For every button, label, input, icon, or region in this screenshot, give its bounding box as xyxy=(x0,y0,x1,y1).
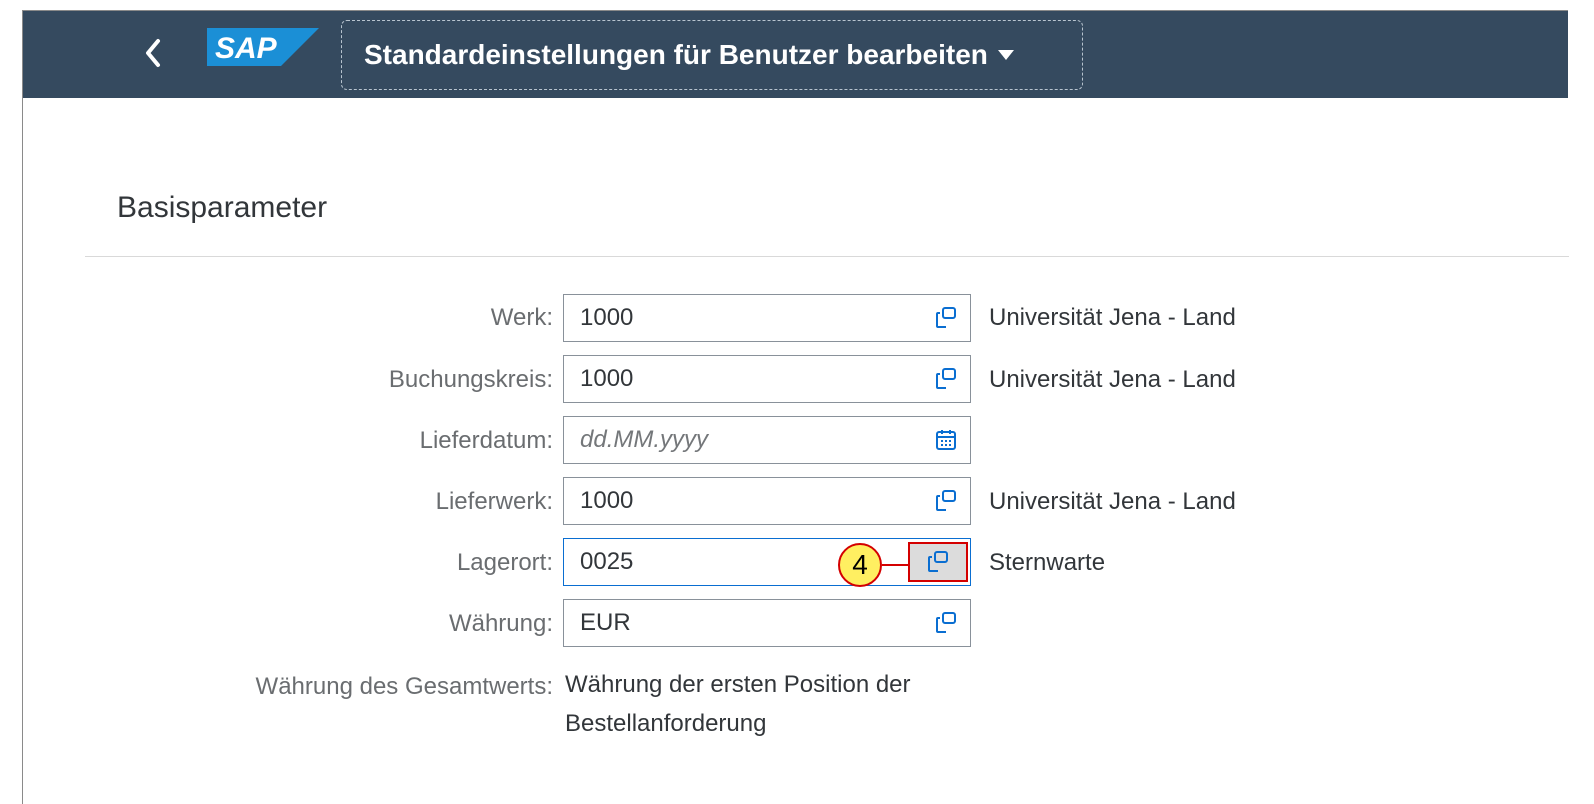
value-help-icon xyxy=(928,551,948,572)
lagerort-description: Sternwarte xyxy=(989,549,1106,576)
lagerort-value-help-button[interactable] xyxy=(908,542,968,582)
lieferdatum-calendar-button[interactable] xyxy=(930,424,962,456)
app-title: Standardeinstellungen für Benutzer bearb… xyxy=(364,39,988,70)
lieferwerk-input[interactable]: 1000 xyxy=(563,477,971,525)
section-title: Basisparameter xyxy=(117,191,328,224)
werk-value-help-button[interactable] xyxy=(930,302,962,334)
lieferwerk-description: Universität Jena - Land xyxy=(989,488,1236,515)
back-button[interactable] xyxy=(135,33,171,73)
calendar-icon xyxy=(936,430,956,450)
value-help-icon xyxy=(936,490,956,511)
waehrung-value: EUR xyxy=(580,609,631,636)
lieferwerk-value: 1000 xyxy=(580,487,634,514)
waehrung-input[interactable]: EUR xyxy=(563,599,971,647)
chevron-left-icon xyxy=(146,39,160,67)
lieferdatum-label: Lieferdatum: xyxy=(419,427,553,454)
total-currency-label: Währung des Gesamtwerts: xyxy=(255,673,553,700)
value-help-icon xyxy=(936,307,956,328)
lieferdatum-placeholder: dd.MM.yyyy xyxy=(580,426,709,453)
waehrung-label: Währung: xyxy=(448,610,553,637)
shell-bar: SAP Standardeinstellungen für Benutzer b… xyxy=(23,11,1568,98)
lagerort-label: Lagerort: xyxy=(456,549,553,576)
buchungskreis-value: 1000 xyxy=(580,365,634,392)
lieferwerk-value-help-button[interactable] xyxy=(930,485,962,517)
caret-down-icon xyxy=(997,50,1014,60)
sap-logo: SAP xyxy=(207,28,319,66)
section-divider xyxy=(85,256,1569,257)
werk-label: Werk: xyxy=(490,304,553,331)
total-currency-line2: Bestellanforderung xyxy=(565,710,767,737)
buchungskreis-label: Buchungskreis: xyxy=(388,366,553,393)
svg-text:SAP: SAP xyxy=(215,32,278,65)
werk-value: 1000 xyxy=(580,304,634,331)
callout-connector xyxy=(882,564,908,566)
buchungskreis-description: Universität Jena - Land xyxy=(989,366,1236,393)
waehrung-value-help-button[interactable] xyxy=(930,607,962,639)
werk-description: Universität Jena - Land xyxy=(989,304,1236,331)
value-help-icon xyxy=(936,368,956,389)
werk-input[interactable]: 1000 xyxy=(563,294,971,342)
buchungskreis-input[interactable]: 1000 xyxy=(563,355,971,403)
lagerort-input[interactable]: 0025 xyxy=(563,538,971,586)
step-callout: 4 xyxy=(838,543,882,587)
value-help-icon xyxy=(936,612,956,633)
app-window: SAP Standardeinstellungen für Benutzer b… xyxy=(22,10,1569,804)
app-title-menu-button[interactable]: Standardeinstellungen für Benutzer bearb… xyxy=(341,20,1083,90)
buchungskreis-value-help-button[interactable] xyxy=(930,363,962,395)
lieferwerk-label: Lieferwerk: xyxy=(435,488,553,515)
total-currency-line1: Währung der ersten Position der xyxy=(565,671,911,698)
lieferdatum-input[interactable]: dd.MM.yyyy xyxy=(563,416,971,464)
